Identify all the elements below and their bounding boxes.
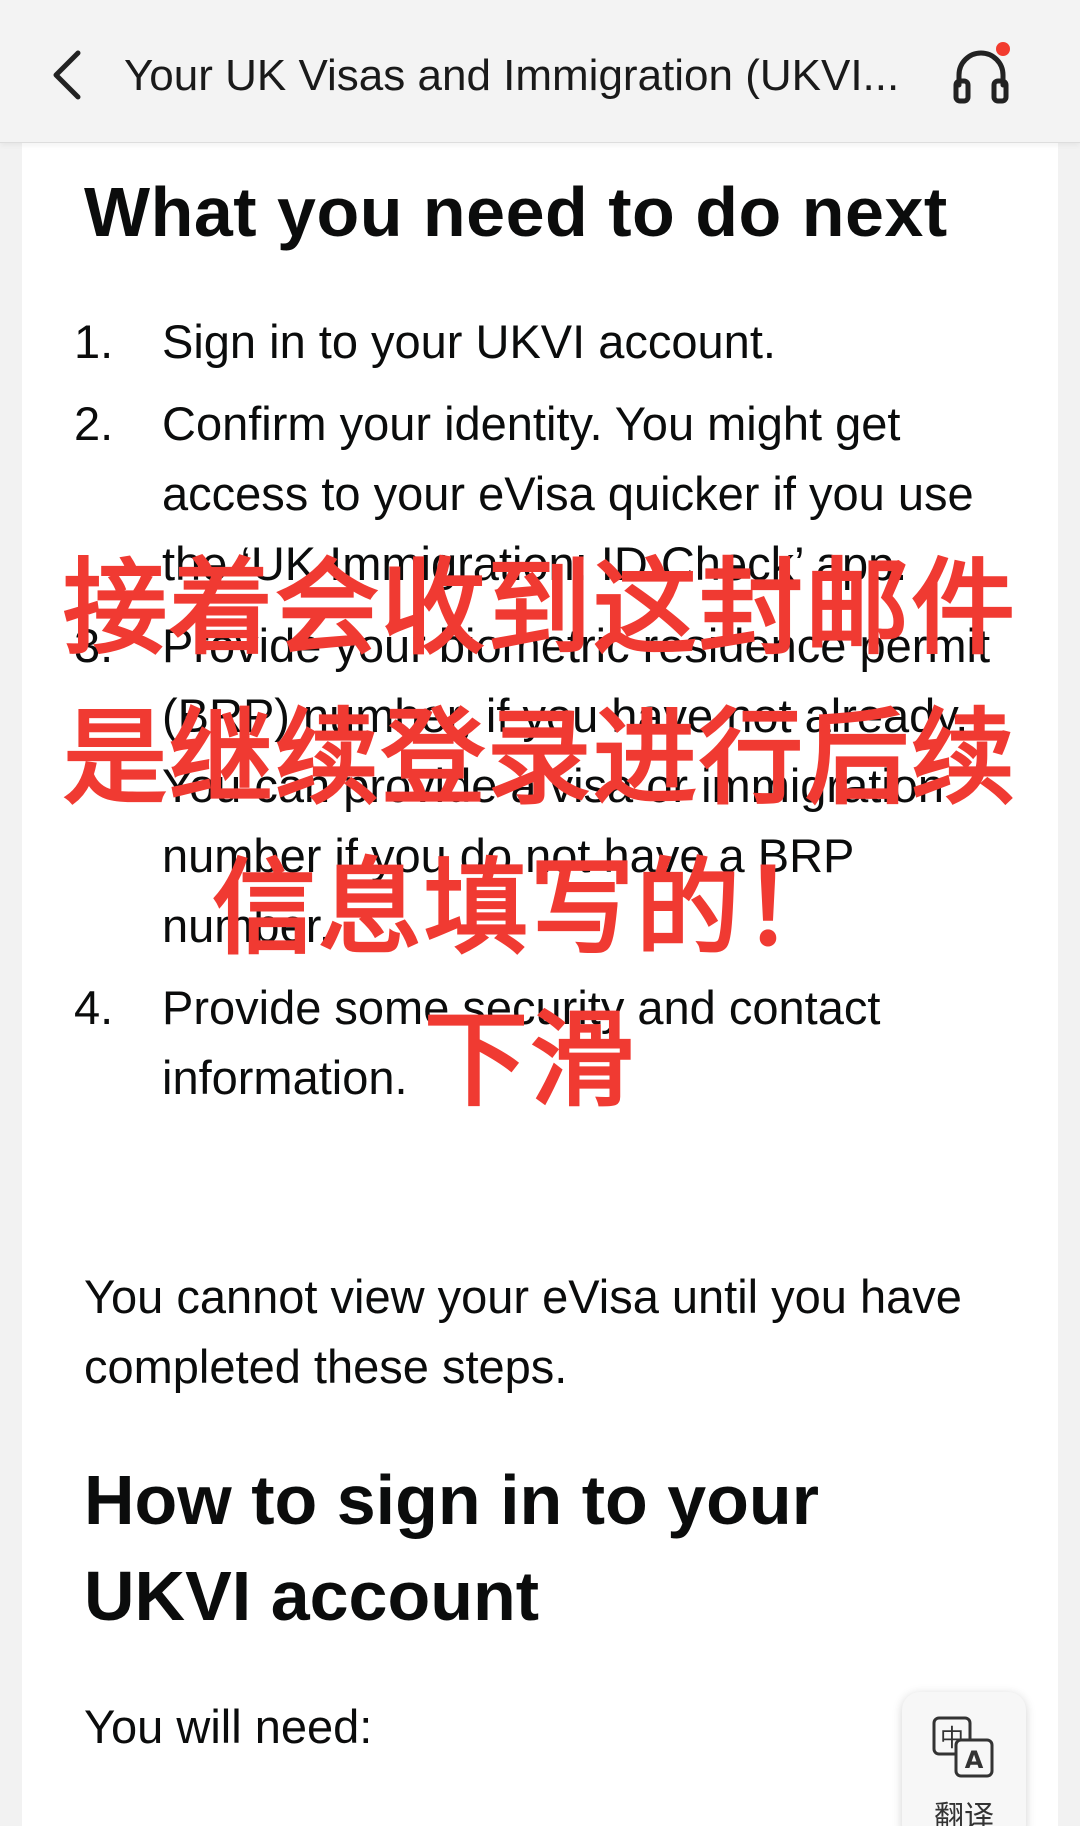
requirements-label: You will need: bbox=[84, 1700, 373, 1753]
list-item: 3. Provide your biometric residence perm… bbox=[74, 611, 1024, 961]
top-nav-bar: Your UK Visas and Immigration (UKVI... bbox=[0, 0, 1080, 143]
email-subject-title: Your UK Visas and Immigration (UKVI... bbox=[124, 51, 900, 100]
step-number: 4. bbox=[74, 981, 114, 1034]
steps-list: 1. Sign in to your UKVI account. 2. Conf… bbox=[74, 307, 1024, 1125]
step-text: Confirm your identity. You might get acc… bbox=[162, 397, 974, 590]
email-view-screen: Your UK Visas and Immigration (UKVI... W… bbox=[0, 0, 1080, 1826]
step-text: Sign in to your UKVI account. bbox=[162, 315, 776, 368]
list-item: 2. Confirm your identity. You might get … bbox=[74, 389, 1024, 599]
section-heading-next-steps: What you need to do next bbox=[84, 173, 948, 251]
section-heading-sign-in: How to sign in to your UKVI account bbox=[84, 1461, 819, 1635]
email-body-card: What you need to do next 1. Sign in to y… bbox=[22, 142, 1058, 1826]
list-item: 1. Sign in to your UKVI account. bbox=[74, 307, 1024, 377]
translate-button[interactable]: 中 A 翻译 bbox=[902, 1692, 1026, 1826]
chevron-left-icon bbox=[53, 50, 81, 100]
translate-label: 翻译 bbox=[934, 1800, 994, 1826]
translate-icon: 中 A bbox=[932, 1716, 994, 1778]
step-number: 1. bbox=[74, 315, 114, 368]
step-number: 2. bbox=[74, 397, 114, 450]
step-text: Provide some security and contact inform… bbox=[162, 981, 881, 1104]
step-number: 3. bbox=[74, 619, 114, 672]
svg-text:A: A bbox=[965, 1746, 984, 1774]
notification-dot bbox=[996, 42, 1010, 56]
step-text: Provide your biometric residence permit … bbox=[162, 619, 991, 952]
list-item: 4. Provide some security and contact inf… bbox=[74, 973, 1024, 1113]
back-button[interactable] bbox=[38, 40, 98, 110]
info-paragraph: You cannot view your eVisa until you hav… bbox=[84, 1270, 962, 1393]
